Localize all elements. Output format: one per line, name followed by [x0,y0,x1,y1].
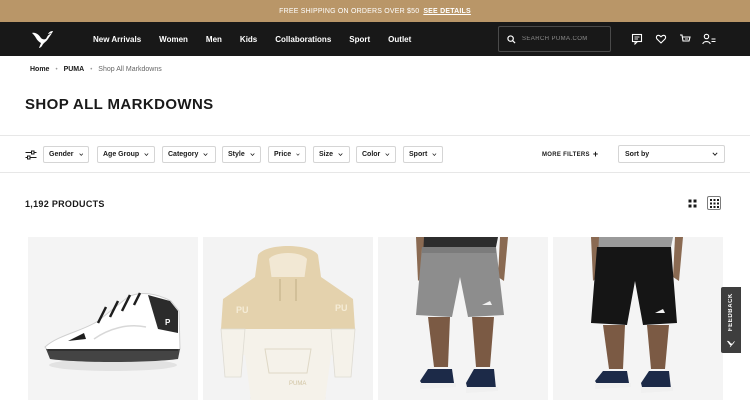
nav-link-women[interactable]: Women [159,35,188,44]
breadcrumb-separator: • [90,66,93,73]
white-sneaker-image: P [28,237,198,400]
product-card-white-sneaker[interactable]: P [28,237,198,400]
puma-logo-icon [726,340,736,348]
black-shorts-image [553,237,723,400]
page-title: SHOP ALL MARKDOWNS [25,96,214,113]
chevron-down-icon [78,153,83,156]
nav-link-collaborations[interactable]: Collaborations [275,35,331,44]
filter-toggle-icon[interactable] [25,149,37,161]
breadcrumb-separator: • [55,66,58,73]
feedback-tab[interactable]: FEEDBACK [721,287,741,353]
filter-label: Age Group [103,151,140,158]
plus-icon: + [592,149,599,159]
breadcrumb-current: Shop All Markdowns [98,66,162,73]
filter-size[interactable]: Size [313,146,350,163]
sort-dropdown[interactable]: Sort by [618,145,725,163]
filter-label: Size [319,151,334,158]
small-grid-view-button[interactable] [707,196,721,210]
grid-small-icon [709,198,719,208]
filter-sport[interactable]: Sport [403,146,443,163]
filter-label: Category [168,151,199,158]
nav-link-sport[interactable]: Sport [349,35,370,44]
svg-text:PU: PU [236,305,249,315]
chevron-down-icon [385,153,390,156]
cream-hoodie-image: PU PU PUMA [203,237,373,400]
see-details-link[interactable]: SEE DETAILS [423,8,471,15]
filter-label: Color [362,151,381,158]
breadcrumb-home[interactable]: Home [30,66,49,73]
filter-label: Price [274,151,292,158]
filter-label: Gender [49,151,74,158]
chevron-down-icon [712,152,718,156]
feedback-label: FEEDBACK [728,293,734,332]
grid-large-icon [688,199,696,207]
filter-gender[interactable]: Gender [43,146,89,163]
filter-age-group[interactable]: Age Group [97,146,155,163]
cart-icon[interactable] [678,32,692,46]
nav-link-new-arrivals[interactable]: New Arrivals [93,35,141,44]
nav-link-kids[interactable]: Kids [240,35,257,44]
chevron-down-icon [338,153,343,157]
sort-label: Sort by [625,150,650,158]
filter-style[interactable]: Style [222,146,261,163]
account-icon[interactable] [702,32,716,46]
search-box[interactable] [498,26,611,52]
results-count: 1,192 PRODUCTS [25,199,105,209]
nav-icons [630,22,716,56]
filter-price[interactable]: Price [268,146,306,163]
filter-label: Style [228,151,245,158]
svg-text:PU: PU [335,303,348,313]
heart-icon[interactable] [654,32,668,46]
chevron-down-icon [250,153,255,157]
grey-shorts-image [378,237,548,400]
search-input[interactable] [522,36,602,42]
filter-color[interactable]: Color [356,146,396,163]
chevron-down-icon [296,153,300,156]
chevron-down-icon [432,153,437,156]
more-filters-button[interactable]: MORE FILTERS + [542,150,598,159]
filter-label: Sport [409,151,428,158]
promo-bar: FREE SHIPPING ON ORDERS OVER $50 SEE DET… [0,0,750,22]
chevron-down-icon [144,153,149,157]
more-filters-label: MORE FILTERS [542,151,590,158]
breadcrumb: Home • PUMA • Shop All Markdowns [30,66,162,73]
product-card-black-shorts[interactable] [553,237,723,400]
promo-text: FREE SHIPPING ON ORDERS OVER $50 [279,7,420,15]
large-grid-view-button[interactable] [685,196,699,210]
product-card-cream-hoodie[interactable]: PU PU PUMA [203,237,373,400]
nav-link-outlet[interactable]: Outlet [388,35,411,44]
nav-link-men[interactable]: Men [206,35,222,44]
nav-links: New Arrivals Women Men Kids Collaboratio… [93,22,429,56]
search-icon [507,34,516,44]
main-nav: New Arrivals Women Men Kids Collaboratio… [0,22,750,56]
svg-text:P: P [165,318,171,327]
svg-text:PUMA: PUMA [289,381,306,387]
chevron-down-icon [203,153,208,157]
puma-logo-icon[interactable] [30,29,54,49]
filter-category[interactable]: Category [162,146,216,163]
chat-icon[interactable] [630,32,644,46]
product-card-grey-shorts[interactable] [378,237,548,400]
breadcrumb-puma[interactable]: PUMA [64,66,85,73]
